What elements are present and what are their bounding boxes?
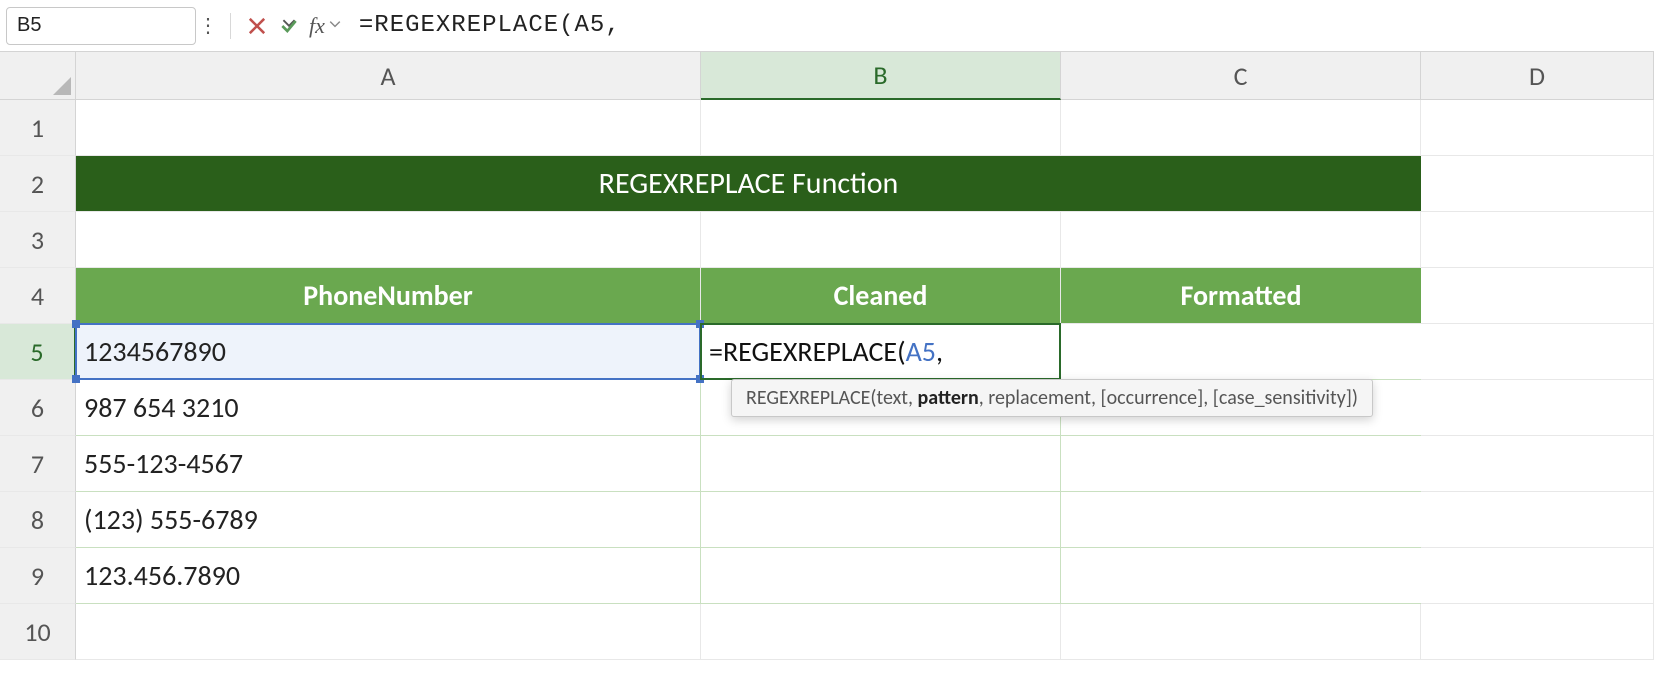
tooltip-arg: replacement xyxy=(988,386,1091,410)
cell-D6[interactable] xyxy=(1421,380,1654,436)
row-header-8[interactable]: 8 xyxy=(0,492,76,548)
row-2: 2 REGEXREPLACE Function xyxy=(0,156,1654,212)
cell-C1[interactable] xyxy=(1061,100,1421,156)
chevron-down-icon[interactable] xyxy=(329,17,351,34)
column-header-C[interactable]: C xyxy=(1061,52,1421,100)
row-4: 4 PhoneNumber Cleaned Formatted xyxy=(0,268,1654,324)
tooltip-fn: REGEXREPLACE xyxy=(746,386,870,410)
column-header-row: A B C D xyxy=(0,52,1654,100)
editing-formula: =REGEXREPLACE(A5, xyxy=(709,334,949,369)
formula-text: =REGEXREPLACE( xyxy=(359,12,575,39)
cell-B5[interactable]: =REGEXREPLACE(A5, REGEXREPLACE(text, pat… xyxy=(701,324,1061,380)
cell-A10[interactable] xyxy=(76,604,701,660)
tooltip-text: ) xyxy=(1352,386,1358,410)
cell-C10[interactable] xyxy=(1061,604,1421,660)
enter-button[interactable] xyxy=(273,10,305,42)
formula-text: =REGEXREPLACE( xyxy=(709,334,906,369)
formula-input[interactable]: =REGEXREPLACE(A5, xyxy=(351,12,1648,39)
fx-icon[interactable]: fx xyxy=(305,13,329,39)
cell-A1[interactable] xyxy=(76,100,701,156)
cell-B8[interactable] xyxy=(701,492,1061,548)
cell-value: 1234567890 xyxy=(84,334,226,369)
header-cleaned[interactable]: Cleaned xyxy=(701,268,1061,324)
row-header-2[interactable]: 2 xyxy=(0,156,76,212)
header-phonenumber[interactable]: PhoneNumber xyxy=(76,268,701,324)
row-header-6[interactable]: 6 xyxy=(0,380,76,436)
tooltip-arg: text xyxy=(876,386,908,410)
cell-C7[interactable] xyxy=(1061,436,1421,492)
name-box[interactable] xyxy=(6,7,196,45)
title-banner[interactable]: REGEXREPLACE Function xyxy=(76,156,1421,212)
formula-ref: A5 xyxy=(906,334,936,369)
formula-ref: A5 xyxy=(575,12,606,39)
selection-handle-icon[interactable] xyxy=(72,375,80,383)
row-header-1[interactable]: 1 xyxy=(0,100,76,156)
header-formatted[interactable]: Formatted xyxy=(1061,268,1421,324)
cell-B10[interactable] xyxy=(701,604,1061,660)
tooltip-text: , xyxy=(979,386,989,410)
formula-text: , xyxy=(936,334,943,369)
tooltip-text: , xyxy=(908,386,918,410)
cell-D4[interactable] xyxy=(1421,268,1654,324)
cell-A7[interactable]: 555-123-4567 xyxy=(76,436,701,492)
cell-C5[interactable] xyxy=(1061,324,1421,380)
row-header-9[interactable]: 9 xyxy=(0,548,76,604)
tooltip-arg: [case_sensitivity] xyxy=(1213,386,1352,410)
cell-A9[interactable]: 123.456.7890 xyxy=(76,548,701,604)
column-header-A[interactable]: A xyxy=(76,52,701,100)
separator xyxy=(230,13,231,39)
selection-handle-icon[interactable] xyxy=(696,320,704,328)
formula-bar: ⋮ fx =REGEXREPLACE(A5, xyxy=(0,0,1654,52)
tooltip-arg: [occurrence] xyxy=(1100,386,1203,410)
cell-D9[interactable] xyxy=(1421,548,1654,604)
cell-D7[interactable] xyxy=(1421,436,1654,492)
cell-A6[interactable]: 987 654 3210 xyxy=(76,380,701,436)
cell-D3[interactable] xyxy=(1421,212,1654,268)
row-3: 3 xyxy=(0,212,1654,268)
cell-A8[interactable]: (123) 555-6789 xyxy=(76,492,701,548)
row-header-5[interactable]: 5 xyxy=(0,324,76,380)
row-header-10[interactable]: 10 xyxy=(0,604,76,660)
tooltip-text: , xyxy=(1203,386,1213,410)
select-all-button[interactable] xyxy=(0,52,76,100)
row-8: 8 (123) 555-6789 xyxy=(0,492,1654,548)
row-1: 1 xyxy=(0,100,1654,156)
selection-handle-icon[interactable] xyxy=(72,320,80,328)
cell-B9[interactable] xyxy=(701,548,1061,604)
cell-D2[interactable] xyxy=(1421,156,1654,212)
cell-B3[interactable] xyxy=(701,212,1061,268)
cell-C9[interactable] xyxy=(1061,548,1421,604)
row-header-7[interactable]: 7 xyxy=(0,436,76,492)
cancel-button[interactable] xyxy=(241,10,273,42)
row-9: 9 123.456.7890 xyxy=(0,548,1654,604)
row-header-4[interactable]: 4 xyxy=(0,268,76,324)
row-header-3[interactable]: 3 xyxy=(0,212,76,268)
cell-D5[interactable] xyxy=(1421,324,1654,380)
spreadsheet-grid: A B C D 1 2 REGEXREPLACE Function 3 4 Ph… xyxy=(0,52,1654,694)
row-10: 10 xyxy=(0,604,1654,660)
row-7: 7 555-123-4567 xyxy=(0,436,1654,492)
cell-C3[interactable] xyxy=(1061,212,1421,268)
row-5: 5 1234567890 =REGEXREPLACE(A5, REGEXREPL… xyxy=(0,324,1654,380)
cell-D1[interactable] xyxy=(1421,100,1654,156)
cell-B1[interactable] xyxy=(701,100,1061,156)
cell-D8[interactable] xyxy=(1421,492,1654,548)
cell-D10[interactable] xyxy=(1421,604,1654,660)
function-tooltip[interactable]: REGEXREPLACE(text, pattern, replacement,… xyxy=(731,379,1373,417)
tooltip-arg-current: pattern xyxy=(918,386,979,410)
cell-B7[interactable] xyxy=(701,436,1061,492)
cell-C8[interactable] xyxy=(1061,492,1421,548)
column-header-D[interactable]: D xyxy=(1421,52,1654,100)
formula-text: , xyxy=(605,12,620,39)
column-header-B[interactable]: B xyxy=(701,52,1061,100)
cell-A5[interactable]: 1234567890 xyxy=(76,324,701,380)
cell-A3[interactable] xyxy=(76,212,701,268)
vertical-dots-icon[interactable]: ⋮ xyxy=(196,13,220,38)
